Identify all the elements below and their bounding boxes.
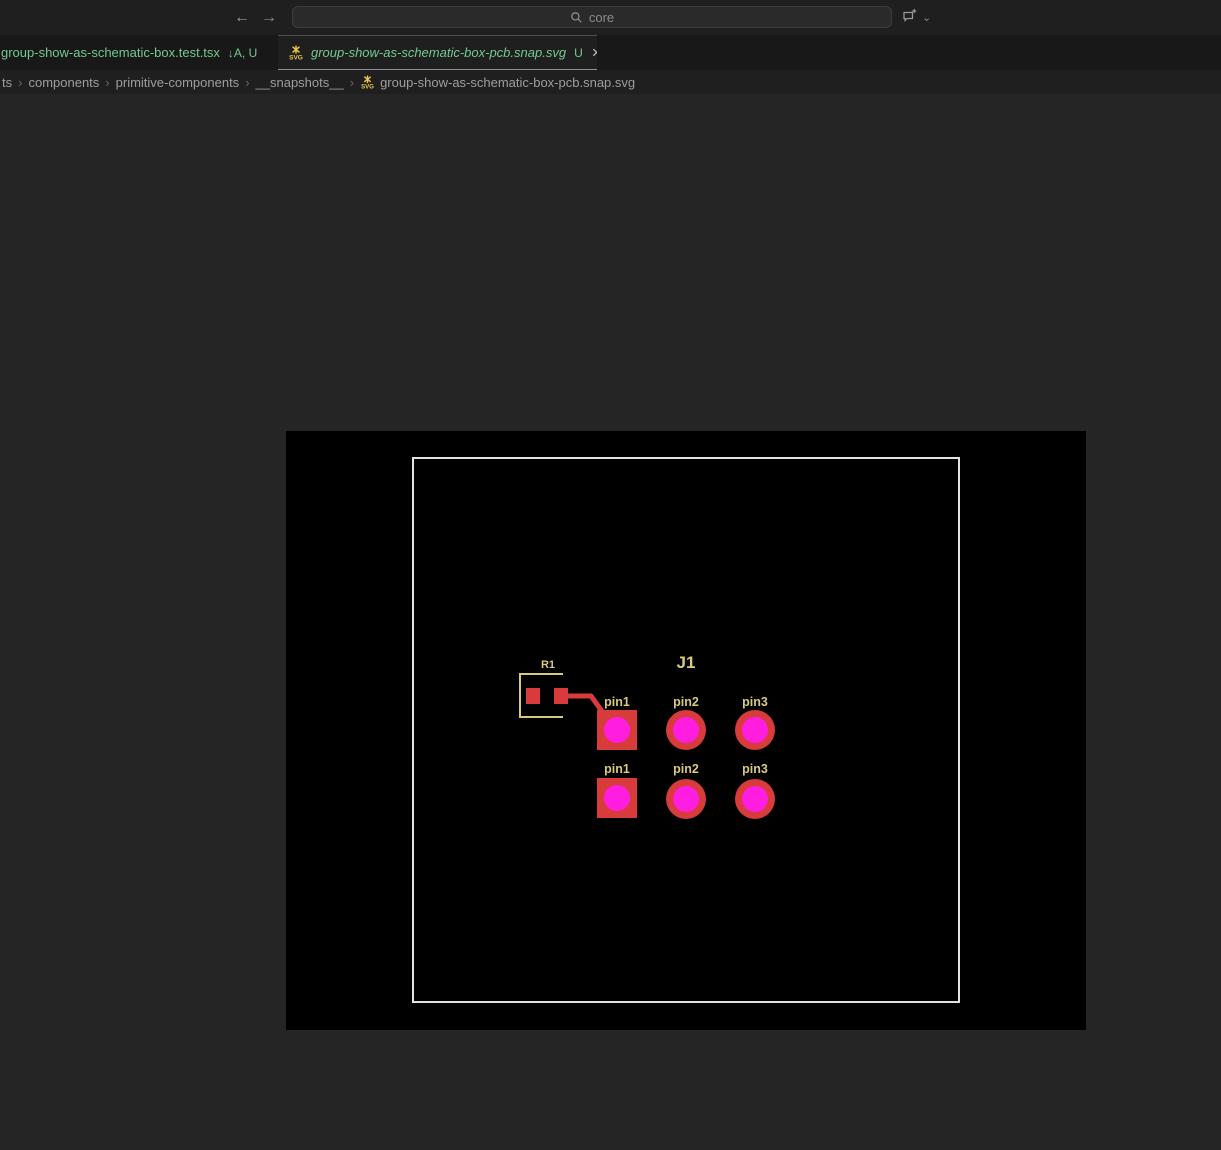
- svg-file-icon: SVG: [360, 74, 375, 90]
- vscode-window: { "theme": { "untracked_green": "#73c991…: [0, 0, 1221, 1150]
- close-icon[interactable]: ×: [592, 44, 597, 61]
- forward-button[interactable]: →: [256, 0, 282, 35]
- pad-r1-1: [526, 688, 540, 704]
- breadcrumb-separator: ›: [245, 74, 250, 90]
- hole-row1-pin2: [673, 717, 699, 743]
- back-icon: ←: [234, 9, 250, 26]
- copilot-icon: [901, 6, 919, 29]
- tab-label: group-show-as-schematic-box-pcb.snap.svg: [311, 45, 567, 60]
- git-decoration-badge: U: [574, 45, 583, 60]
- breadcrumb-item-ts[interactable]: ts: [2, 75, 12, 90]
- breadcrumb-separator: ›: [105, 74, 110, 90]
- hole-row1-pin3: [742, 717, 768, 743]
- copilot-button[interactable]: ⌄: [901, 5, 931, 30]
- search-query: core: [588, 9, 615, 25]
- pcb-drawing: R1 J1 pin1 pin2 pin3 pin1 pin2 pin3: [412, 457, 960, 1003]
- pcb-canvas[interactable]: R1 J1 pin1 pin2 pin3 pin1 pin2 pin3: [286, 431, 1086, 1030]
- breadcrumb-item-file[interactable]: group-show-as-schematic-box-pcb.snap.svg: [380, 75, 635, 90]
- back-button[interactable]: ←: [229, 0, 255, 35]
- hole-row2-pin3: [742, 786, 768, 812]
- breadcrumb-item-components[interactable]: components: [28, 75, 99, 90]
- breadcrumb-item-primitive-components[interactable]: primitive-components: [116, 75, 240, 90]
- label-row1-pin1: pin1: [604, 695, 630, 709]
- breadcrumb-item-snapshots[interactable]: __snapshots__: [256, 75, 344, 90]
- label-row2-pin3: pin3: [742, 762, 768, 776]
- chevron-down-icon[interactable]: ⌄: [922, 11, 931, 24]
- pad-r1-2: [554, 688, 568, 704]
- svg-file-icon: SVG: [288, 44, 304, 61]
- git-decoration-badge: ↓A, U: [227, 45, 258, 60]
- forward-icon: →: [261, 9, 277, 26]
- breadcrumb: ts › components › primitive-components ›…: [0, 70, 1221, 94]
- hole-row2-pin1: [604, 785, 630, 811]
- tab-svg-snapshot[interactable]: SVG group-show-as-schematic-box-pcb.snap…: [278, 35, 597, 70]
- label-row1-pin3: pin3: [742, 695, 768, 709]
- title-bar: ← → core ⌄: [0, 0, 1221, 35]
- silkscreen-ref-r1: R1: [541, 659, 555, 671]
- tab-bar: group-show-as-schematic-box.test.tsx ↓A,…: [0, 35, 1221, 70]
- label-row2-pin1: pin1: [604, 762, 630, 776]
- command-center-search[interactable]: core: [292, 6, 892, 28]
- label-row1-pin2: pin2: [673, 695, 699, 709]
- svg-icon-text: SVG: [289, 54, 303, 61]
- tab-test-tsx[interactable]: group-show-as-schematic-box.test.tsx ↓A,…: [0, 35, 262, 70]
- svg-icon-text: SVG: [361, 83, 374, 89]
- breadcrumb-separator: ›: [18, 74, 23, 90]
- label-row2-pin2: pin2: [673, 762, 699, 776]
- tab-label: group-show-as-schematic-box.test.tsx: [1, 45, 220, 60]
- breadcrumb-separator: ›: [349, 74, 355, 90]
- svg-preview-area: R1 J1 pin1 pin2 pin3 pin1 pin2 pin3: [0, 94, 1221, 1150]
- search-icon: [570, 11, 583, 24]
- hole-row1-pin1: [604, 717, 630, 743]
- silkscreen-ref-j1: J1: [677, 653, 696, 672]
- hole-row2-pin2: [673, 786, 699, 812]
